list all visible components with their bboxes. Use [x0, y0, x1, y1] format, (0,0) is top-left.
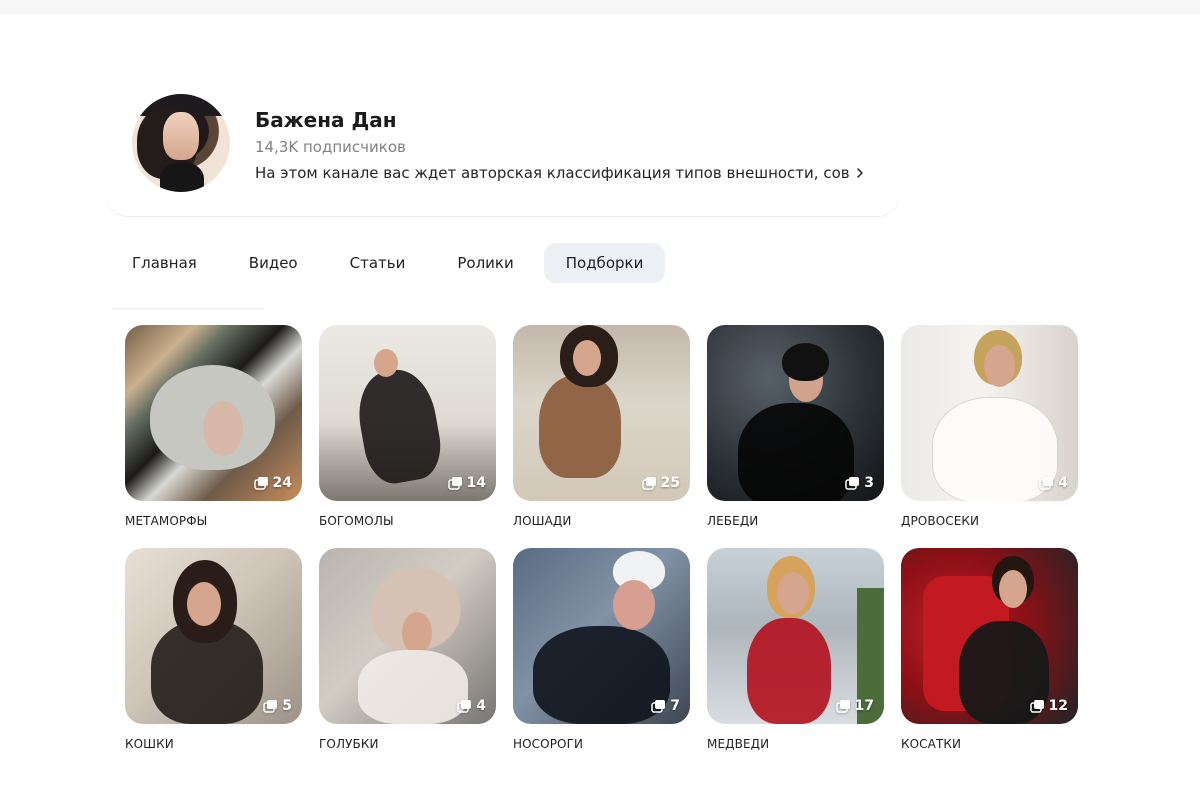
subscriber-count: 14,3K подписчиков [255, 138, 406, 156]
chevron-right-icon[interactable] [855, 168, 865, 178]
collection-title[interactable]: БОГОМОЛЫ [319, 514, 394, 528]
collection-title[interactable]: ДРОВОСЕКИ [901, 514, 979, 528]
item-count-badge: 5 [263, 698, 292, 714]
collection-card-orcas[interactable]: 12 КОСАТКИ [901, 548, 1078, 751]
stack-icon [845, 477, 860, 490]
item-count: 25 [660, 475, 680, 491]
collection-card-mantises[interactable]: 14 БОГОМОЛЫ [319, 325, 496, 528]
item-count: 17 [854, 698, 874, 714]
collection-thumbnail[interactable]: 3 [707, 325, 884, 501]
channel-name[interactable]: Бажена Дан [255, 108, 397, 132]
top-strip [0, 0, 1200, 14]
thumbnail-face [573, 340, 601, 376]
channel-description: На этом канале вас ждет авторская класси… [255, 164, 849, 182]
channel-description-link[interactable]: На этом канале вас ждет авторская класси… [255, 162, 865, 184]
channel-header: Бажена Дан 14,3K подписчиков На этом кан… [106, 76, 900, 216]
avatar-shirt [160, 162, 204, 192]
collection-card-cats[interactable]: 5 КОШКИ [125, 548, 302, 751]
item-count: 4 [476, 698, 486, 714]
collection-title[interactable]: КОСАТКИ [901, 737, 961, 751]
item-count: 5 [282, 698, 292, 714]
thumbnail-figure [358, 650, 468, 724]
collection-title[interactable]: ГОЛУБКИ [319, 737, 379, 751]
item-count: 14 [466, 475, 486, 491]
thumbnail-figure [533, 626, 670, 724]
thumbnail-face [999, 570, 1027, 608]
collection-thumbnail[interactable]: 25 [513, 325, 690, 501]
item-count-badge: 12 [1029, 698, 1068, 714]
collection-thumbnail[interactable]: 7 [513, 548, 690, 724]
tabs-divider [112, 308, 264, 309]
thumbnail-face [203, 401, 243, 456]
collection-title[interactable]: НОСОРОГИ [513, 737, 583, 751]
thumbnail-figure [351, 364, 447, 488]
collection-card-doves[interactable]: 4 ГОЛУБКИ [319, 548, 496, 751]
item-count-badge: 3 [845, 475, 874, 491]
thumbnail-figure [539, 375, 621, 478]
stack-icon [651, 700, 666, 713]
item-count-badge: 24 [253, 475, 292, 491]
collection-thumbnail[interactable]: 4 [901, 325, 1078, 501]
avatar-face [163, 112, 199, 160]
collection-title[interactable]: ЛЕБЕДИ [707, 514, 758, 528]
collection-thumbnail[interactable]: 12 [901, 548, 1078, 724]
stack-icon [1039, 477, 1054, 490]
item-count-badge: 4 [1039, 475, 1068, 491]
collection-title[interactable]: МЕДВЕДИ [707, 737, 769, 751]
collection-card-metamorphs[interactable]: 24 МЕТАМОРФЫ [125, 325, 302, 528]
thumbnail-face [613, 580, 655, 630]
stack-icon [641, 477, 656, 490]
tab-articles[interactable]: Статьи [328, 243, 428, 283]
stack-icon [447, 477, 462, 490]
collection-thumbnail[interactable]: 5 [125, 548, 302, 724]
thumbnail-face [402, 612, 432, 654]
thumbnail-hair [782, 343, 829, 381]
item-count: 12 [1048, 698, 1068, 714]
stack-icon [263, 700, 278, 713]
item-count-badge: 14 [447, 475, 486, 491]
item-count: 24 [272, 475, 292, 491]
collection-thumbnail[interactable]: 14 [319, 325, 496, 501]
thumbnail-figure [738, 403, 854, 501]
thumbnail-face [777, 572, 809, 614]
thumbnail-figure [747, 618, 831, 724]
item-count: 4 [1058, 475, 1068, 491]
tab-shorts[interactable]: Ролики [435, 243, 535, 283]
collection-card-bears[interactable]: 17 МЕДВЕДИ [707, 548, 884, 751]
stack-icon [457, 700, 472, 713]
stack-icon [253, 477, 268, 490]
tab-collections[interactable]: Подборки [543, 243, 666, 283]
channel-avatar[interactable] [132, 94, 230, 192]
collection-thumbnail[interactable]: 17 [707, 548, 884, 724]
collection-thumbnail[interactable]: 4 [319, 548, 496, 724]
item-count-badge: 25 [641, 475, 680, 491]
collections-grid: 24 МЕТАМОРФЫ 14 БОГОМОЛЫ 25 ЛОШАДИ 3 ЛЕБ… [125, 325, 1078, 751]
tab-home[interactable]: Главная [110, 243, 219, 283]
collection-card-rhinos[interactable]: 7 НОСОРОГИ [513, 548, 690, 751]
item-count: 3 [864, 475, 874, 491]
item-count-badge: 17 [835, 698, 874, 714]
stack-icon [1029, 700, 1044, 713]
thumbnail-face [374, 349, 398, 377]
item-count: 7 [670, 698, 680, 714]
collection-title[interactable]: МЕТАМОРФЫ [125, 514, 207, 528]
collection-title[interactable]: КОШКИ [125, 737, 174, 751]
stack-icon [835, 700, 850, 713]
thumbnail-face [187, 582, 221, 626]
collection-card-horses[interactable]: 25 ЛОШАДИ [513, 325, 690, 528]
collection-title[interactable]: ЛОШАДИ [513, 514, 571, 528]
item-count-badge: 7 [651, 698, 680, 714]
channel-tabs: Главная Видео Статьи Ролики Подборки [110, 243, 666, 283]
tab-video[interactable]: Видео [227, 243, 320, 283]
item-count-badge: 4 [457, 698, 486, 714]
collection-thumbnail[interactable]: 24 [125, 325, 302, 501]
collection-card-woodcutters[interactable]: 4 ДРОВОСЕКИ [901, 325, 1078, 528]
thumbnail-face [984, 345, 1015, 387]
collection-card-swans[interactable]: 3 ЛЕБЕДИ [707, 325, 884, 528]
